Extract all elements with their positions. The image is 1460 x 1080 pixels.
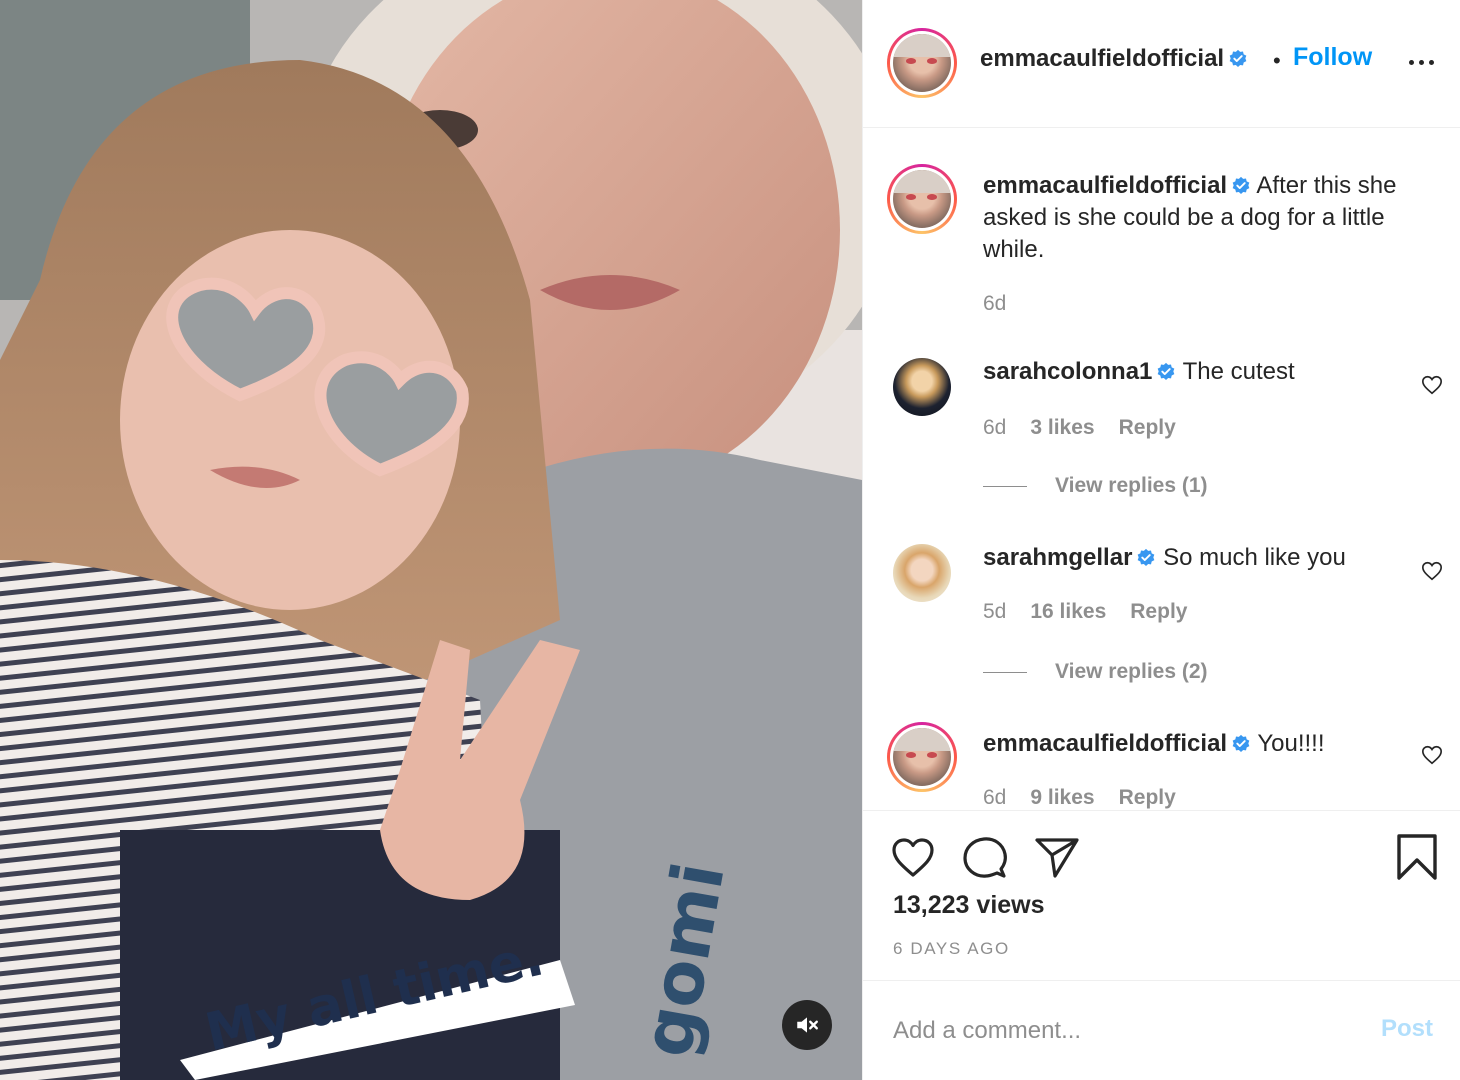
post-date[interactable]: 6 DAYS AGO <box>893 939 1010 959</box>
post-photo: gomi <box>0 0 862 1080</box>
comment-text: So much like you <box>1163 544 1346 571</box>
comment: emmacaulfieldofficial You!!!! <box>983 730 1324 758</box>
post-header: emmacaulfieldofficial • Follow <box>863 0 1460 128</box>
author-avatar[interactable] <box>887 28 957 98</box>
post-side-panel: emmacaulfieldofficial • Follow emmacaulf… <box>862 0 1460 1080</box>
follow-button[interactable]: Follow <box>1293 43 1372 72</box>
comment-meta: 6d 9 likes Reply <box>983 786 1200 810</box>
paper-plane-icon[interactable] <box>1033 833 1081 881</box>
comment-likes[interactable]: 3 likes <box>1030 416 1094 439</box>
verified-badge-icon <box>1138 548 1155 566</box>
header-username-row: emmacaulfieldofficial <box>980 45 1248 73</box>
header-username[interactable]: emmacaulfieldofficial <box>980 45 1224 72</box>
view-replies-button[interactable]: View replies (1) <box>983 474 1208 498</box>
comment: sarahmgellar So much like you <box>983 544 1346 572</box>
comment-meta: 5d 16 likes Reply <box>983 600 1211 624</box>
replies-divider <box>983 485 1027 487</box>
view-replies-label: View replies (1) <box>1055 474 1208 497</box>
comment-time[interactable]: 5d <box>983 600 1006 623</box>
post-button[interactable]: Post <box>1381 1015 1433 1043</box>
commenter-avatar[interactable] <box>893 358 951 416</box>
comment-like-heart-icon[interactable] <box>1421 744 1443 766</box>
bookmark-icon[interactable] <box>1393 833 1441 881</box>
comment-like-heart-icon[interactable] <box>1421 374 1443 396</box>
comment-username[interactable]: sarahcolonna1 <box>983 358 1152 385</box>
post-media[interactable]: gomi My all time. <box>0 0 862 1080</box>
comments-list[interactable]: emmacaulfieldofficial After this she ask… <box>863 128 1460 810</box>
replies-divider <box>983 671 1027 673</box>
comment-input[interactable] <box>893 1011 1353 1051</box>
verified-badge-icon <box>1232 734 1250 752</box>
muted-speaker-icon <box>797 1017 818 1033</box>
header-separator: • <box>1273 48 1281 73</box>
more-options-icon[interactable] <box>1407 50 1437 74</box>
caption-time[interactable]: 6d <box>983 292 1006 315</box>
views-count[interactable]: 13,223 views <box>893 891 1045 920</box>
view-replies-label: View replies (2) <box>1055 660 1208 683</box>
comment-time[interactable]: 6d <box>983 416 1006 439</box>
comment-like-heart-icon[interactable] <box>1421 560 1443 582</box>
comment-text: The cutest <box>1182 358 1295 385</box>
caption-meta: 6d <box>983 292 1030 316</box>
comment-meta: 6d 3 likes Reply <box>983 416 1200 440</box>
comment-username[interactable]: emmacaulfieldofficial <box>983 730 1227 757</box>
comment-likes[interactable]: 9 likes <box>1030 786 1094 809</box>
comment-icon[interactable] <box>961 833 1009 881</box>
reply-button[interactable]: Reply <box>1119 786 1176 809</box>
comment-text: You!!!! <box>1257 730 1325 757</box>
reply-button[interactable]: Reply <box>1119 416 1176 439</box>
comment: sarahcolonna1 The cutest <box>983 358 1295 386</box>
verified-badge-icon <box>1158 362 1175 380</box>
verified-badge-icon <box>1232 176 1250 194</box>
caption: emmacaulfieldofficial After this she ask… <box>983 170 1443 266</box>
caption-username[interactable]: emmacaulfieldofficial <box>983 172 1227 199</box>
comment-likes[interactable]: 16 likes <box>1030 600 1106 623</box>
caption-avatar[interactable] <box>887 164 957 234</box>
reply-button[interactable]: Reply <box>1130 600 1187 623</box>
comment-composer: Post <box>863 980 1460 1080</box>
commenter-avatar[interactable] <box>887 722 957 792</box>
mute-button[interactable] <box>782 1000 832 1050</box>
heart-icon[interactable] <box>889 833 937 881</box>
comment-username[interactable]: sarahmgellar <box>983 544 1132 571</box>
verified-badge-icon <box>1229 49 1247 67</box>
commenter-avatar[interactable] <box>893 544 951 602</box>
post-actions: 13,223 views 6 DAYS AGO <box>863 810 1460 980</box>
comment-time[interactable]: 6d <box>983 786 1006 809</box>
view-replies-button[interactable]: View replies (2) <box>983 660 1208 684</box>
